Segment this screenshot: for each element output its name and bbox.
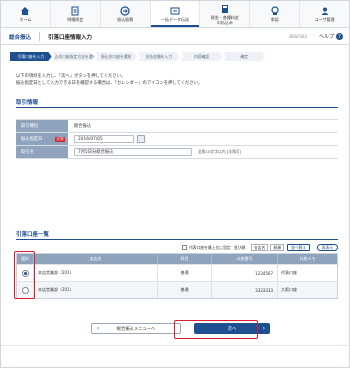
next-button-label: 次へ — [227, 326, 237, 332]
date-label: 振込指定日 必須 — [16, 133, 68, 145]
chevron-right-icon: › — [262, 325, 265, 332]
transaction-section-title: 取引情報 — [16, 100, 39, 106]
instructions: 以下の項目を入力し、「次へ」ボタンを押してください。 振込指定日として入力できる… — [16, 73, 336, 87]
instruction-line-1: 以下の項目を入力し、「次へ」ボタンを押してください。 — [16, 74, 126, 79]
next-button[interactable]: 次へ › — [194, 323, 270, 334]
refresh-button[interactable]: 再表示 — [316, 244, 338, 251]
date-label-text: 振込指定日 — [21, 137, 43, 142]
nav-home[interactable]: ホーム — [1, 1, 51, 27]
transfer-icon — [120, 5, 131, 16]
back-to-menu-button[interactable]: ‹ 総合振込メニューへ — [91, 323, 181, 334]
nav-approval-label: 承認 — [270, 17, 279, 23]
chevron-left-icon: ‹ — [97, 325, 100, 332]
back-button-label: 総合振込メニューへ — [116, 326, 156, 332]
sort-order-select[interactable]: 昇順 — [270, 244, 284, 251]
branch-cell: 本店営業部（201） — [34, 282, 158, 298]
type-value: 総合振込 — [74, 124, 92, 129]
table-row[interactable]: 本店営業部（201） 普通 3333333 大阪口座 — [17, 281, 337, 298]
nav-home-label: ホーム — [19, 17, 32, 23]
memo-cell: 大阪口座 — [281, 287, 297, 292]
help-icon: ? — [336, 33, 343, 40]
breadcrumb-category: 総合振込 — [9, 34, 32, 41]
nav-bulk-data[interactable]: 一括データ伝送 — [150, 1, 201, 27]
account-section-line — [16, 239, 338, 240]
pin-representative-checkbox[interactable] — [182, 245, 187, 250]
nav-user[interactable]: ユーザ管理 — [300, 1, 349, 27]
title-bar: 総合振込 引落口座情報入力 BSSF002 ヘルプ ? — [1, 29, 349, 45]
table-row[interactable]: 本店営業部（201） 普通 1234567 代表口座 — [17, 264, 337, 281]
instruction-line-2: 振込指定日として入力できる日を確認する場合は、「カレンダー」のアイコンを押してく… — [16, 81, 203, 86]
pin-representative-label: 代表口座を最上位に固定 — [189, 244, 231, 250]
help-link[interactable]: ヘルプ ? — [319, 33, 343, 40]
tax-payment-icon — [219, 3, 230, 14]
home-icon — [20, 5, 31, 16]
nav-tax-label: 税金・各種料金 の払込み — [210, 15, 239, 25]
bottom-divider — [1, 345, 349, 346]
document-icon — [70, 5, 81, 16]
sort-label: 並び順： — [233, 244, 249, 250]
nav-transfer-label: 振込振替 — [117, 17, 134, 23]
number-cell: 3333333 — [212, 282, 278, 298]
col-number: 口座番号 — [212, 254, 278, 264]
page-title: 引落口座情報入力 — [48, 34, 93, 41]
branch-cell: 本店営業部（201） — [34, 265, 158, 281]
transaction-form: 取引種別 総合振込 振込指定日 必須 2016/07/05 取引名 7月5日分総… — [16, 119, 338, 159]
form-row-date: 振込指定日 必須 2016/07/05 — [16, 133, 338, 146]
name-hint: 全角10文字以内 [半角可] — [198, 149, 242, 154]
approval-icon — [269, 5, 280, 16]
col-select: 選択 — [17, 254, 34, 264]
memo-cell: 代表口座 — [281, 270, 297, 275]
date-input[interactable]: 2016/07/05 — [74, 135, 134, 143]
global-nav: ホーム 明細照会 振込振替 一括データ伝送 税金・各種料金 の払込み 承認 ユー… — [1, 1, 349, 28]
sort-field-select[interactable]: 支店名 — [250, 244, 269, 251]
nav-tax[interactable]: 税金・各種料金 の払込み — [200, 1, 251, 27]
nav-approval[interactable]: 承認 — [250, 1, 301, 27]
type-cell: 普通 — [158, 265, 212, 281]
step-4: 支払金額を入力 — [138, 52, 180, 61]
form-row-type: 取引種別 総合振込 — [16, 120, 338, 133]
step-3: 振込先口座を選択 — [95, 52, 138, 61]
select-cell — [17, 265, 34, 281]
transaction-section-line — [16, 107, 338, 108]
step-1: 引落口座を入力 — [10, 52, 52, 61]
number-cell: 1234567 — [212, 265, 278, 281]
step-5: 内容確認 — [180, 52, 223, 61]
form-row-name: 取引名 7月5日分総合振込 全角10文字以内 [半角可] — [16, 146, 338, 159]
select-cell — [17, 282, 34, 298]
help-label: ヘルプ — [318, 34, 334, 40]
type-label: 取引種別 — [16, 120, 68, 132]
table-header: 選択 支店名 科目 口座番号 口座メモ — [17, 254, 337, 264]
date-value-cell: 2016/07/05 — [68, 133, 338, 145]
account-table: 選択 支店名 科目 口座番号 口座メモ 本店営業部（201） 普通 123456… — [16, 253, 338, 299]
type-cell: 普通 — [158, 282, 212, 298]
nav-transfer[interactable]: 振込振替 — [101, 1, 151, 27]
user-icon — [319, 5, 330, 16]
data-transfer-icon — [170, 5, 181, 16]
col-type: 科目 — [158, 254, 212, 264]
required-badge: 必須 — [55, 136, 65, 142]
nav-statement-label: 明細照会 — [67, 17, 84, 23]
sort-button[interactable]: 並べ替え — [286, 244, 311, 251]
account-radio[interactable] — [21, 286, 29, 294]
name-value-cell: 7月5日分総合振込 全角10文字以内 [半角可] — [68, 146, 338, 158]
screen-code: BSSF002 — [289, 34, 307, 39]
button-bar: ‹ 総合振込メニューへ 次へ › — [16, 319, 338, 336]
nav-bulk-data-label: 一括データ伝送 — [161, 17, 189, 23]
nav-user-label: ユーザ管理 — [314, 17, 335, 23]
list-toolbar: 代表口座を最上位に固定 並び順： 支店名 昇順 並べ替え 再表示 — [182, 243, 338, 252]
name-label: 取引名 — [16, 146, 68, 158]
account-section-title: 引落口座一覧 — [16, 232, 50, 238]
step-indicator: 引落口座を入力 振込先口座指定方法を選択 振込先口座を選択 支払金額を入力 内容… — [10, 52, 266, 61]
col-branch: 支店名 — [34, 254, 158, 264]
calendar-icon[interactable] — [137, 135, 145, 143]
step-6: 確定 — [223, 52, 266, 61]
col-memo: 口座メモ — [299, 256, 316, 261]
step-2: 振込先口座指定方法を選択 — [52, 52, 95, 61]
title-divider — [39, 32, 41, 41]
account-radio[interactable] — [21, 269, 29, 277]
nav-statement[interactable]: 明細照会 — [51, 1, 101, 27]
transaction-name-input[interactable]: 7月5日分総合振込 — [74, 148, 192, 156]
